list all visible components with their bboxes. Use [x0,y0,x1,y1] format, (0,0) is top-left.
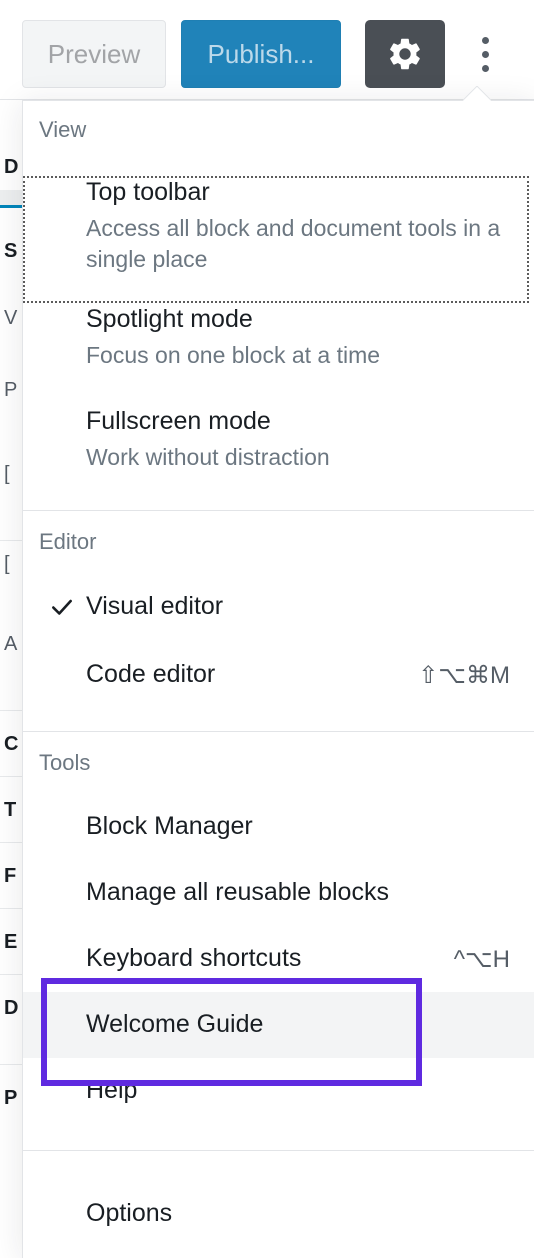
checkmark-icon [49,594,75,620]
sidebar-row: P [0,1064,24,1130]
sidebar-row: V [4,307,18,329]
menu-item-fullscreen-mode[interactable]: Fullscreen mode Work without distraction [23,396,534,504]
background-sidebar: D S V P [ [ A C T F E D P [0,100,24,1258]
menu-section-label-editor: Editor [39,529,97,554]
menu-item-title: Top toolbar [86,178,210,206]
kebab-menu-icon-dot [481,50,489,58]
menu-item-options[interactable]: Options [23,1181,534,1247]
menu-section-view: View Top toolbar Access all block and do… [23,101,534,504]
menu-item-description: Access all block and document tools in a… [86,215,501,272]
sidebar-row: C [0,710,24,776]
menu-item-keyboard-shortcuts[interactable]: Keyboard shortcuts ^⌥H [23,926,534,992]
menu-item-shortcut: ^⌥H [453,945,510,973]
menu-item-code-editor[interactable]: Code editor ⇧⌥⌘M [23,641,534,709]
kebab-menu-icon-dot [481,64,489,72]
publish-button[interactable]: Publish... [181,20,341,88]
menu-section-editor: Editor Visual editor Code editor ⇧⌥⌘M [23,511,534,709]
menu-item-title: Fullscreen mode [86,407,271,435]
menu-item-title: Options [86,1199,173,1228]
sidebar-row: S [4,240,18,262]
menu-item-title: Block Manager [86,812,253,841]
sidebar-row: [ [0,540,24,586]
menu-section-label-tools: Tools [39,750,91,775]
sidebar-row: D [4,156,19,178]
sidebar-row: E [0,908,24,974]
menu-divider [23,1150,534,1151]
preview-button[interactable]: Preview [22,20,166,88]
menu-caret-icon [463,86,491,102]
menu-item-title: Visual editor [86,592,224,621]
more-options-button[interactable] [462,20,508,88]
menu-item-title: Help [86,1076,138,1105]
options-dropdown-menu: View Top toolbar Access all block and do… [22,100,534,1258]
sidebar-row: T [0,776,24,842]
menu-item-description: Work without distraction [86,444,330,471]
menu-item-visual-editor[interactable]: Visual editor [23,573,534,641]
menu-item-manage-reusable-blocks[interactable]: Manage all reusable blocks [23,860,534,926]
menu-item-title: Manage all reusable blocks [86,878,389,907]
preview-button-label: Preview [47,38,141,69]
publish-button-label: Publish... [207,38,315,69]
menu-item-title: Code editor [86,660,216,689]
editor-page: D S V P [ [ A C T F E D P Preview Publis… [0,0,534,1258]
menu-item-help[interactable]: Help [23,1058,534,1124]
menu-section-label-view: View [39,117,87,142]
menu-item-description: Focus on one block at a time [86,342,381,369]
menu-item-top-toolbar[interactable]: Top toolbar Access all block and documen… [23,159,534,286]
menu-section-options: Options [23,1181,534,1247]
menu-item-spotlight-mode[interactable]: Spotlight mode Focus on one block at a t… [23,286,534,396]
menu-section-tools: Tools Block Manager Manage all reusable … [23,732,534,1124]
menu-item-welcome-guide[interactable]: Welcome Guide [23,992,534,1058]
menu-item-shortcut: ⇧⌥⌘M [418,661,510,689]
menu-item-title: Welcome Guide [86,1010,264,1039]
menu-item-block-manager[interactable]: Block Manager [23,794,534,860]
menu-item-title: Keyboard shortcuts [86,944,302,973]
menu-item-title: Spotlight mode [86,305,253,333]
settings-button[interactable] [365,20,445,88]
editor-toolbar: Preview Publish... [0,0,534,100]
kebab-menu-icon-dot [481,36,489,44]
sidebar-row: F [0,842,24,908]
sidebar-row: P [4,379,18,401]
sidebar-row: A [4,633,18,655]
gear-icon [386,35,424,73]
sidebar-row: D [0,974,24,1040]
sidebar-row: [ [4,463,10,485]
sidebar-row-active [0,190,24,208]
